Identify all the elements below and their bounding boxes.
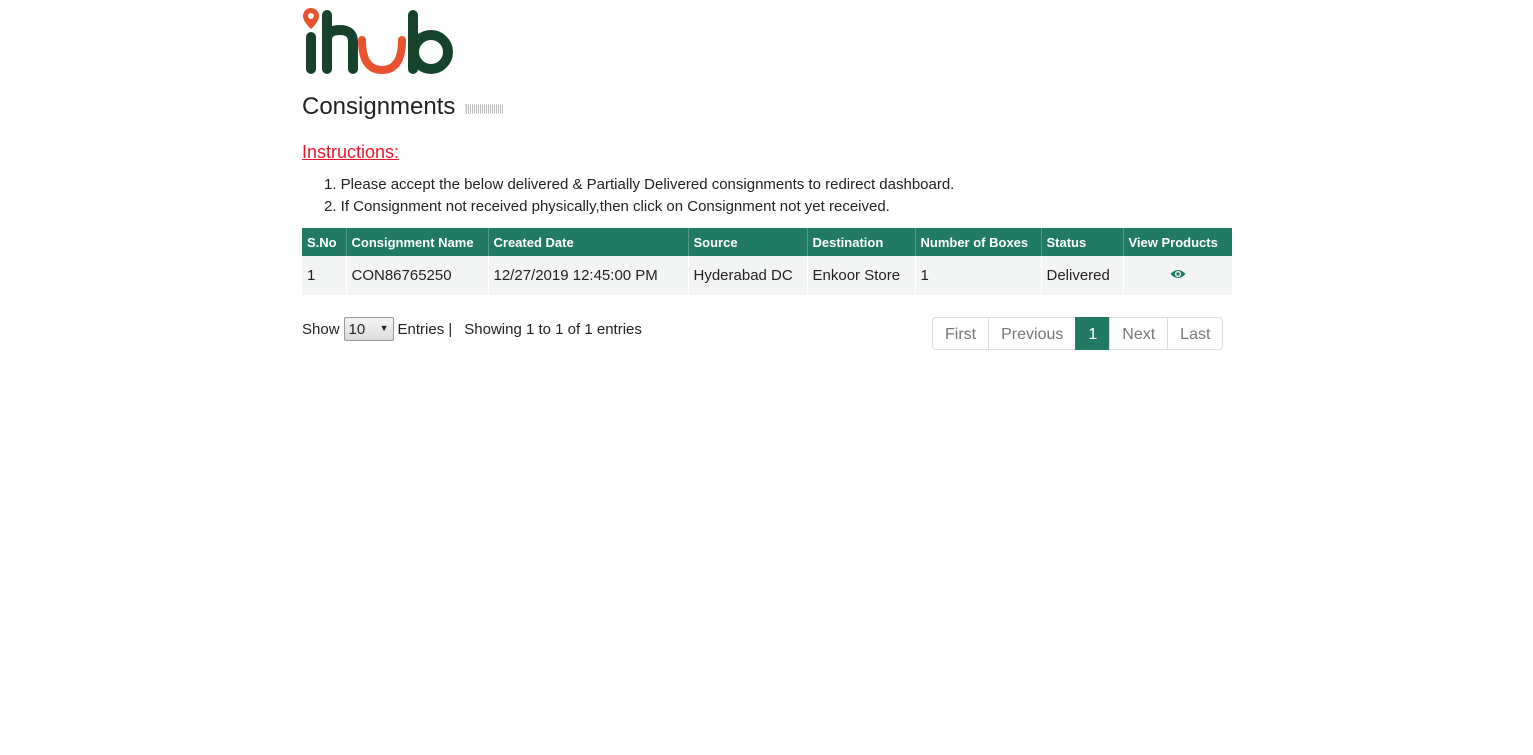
pagination-first[interactable]: First xyxy=(932,317,990,350)
cell-destination: Enkoor Store xyxy=(807,256,916,295)
table-row: 1 CON86765250 12/27/2019 12:45:00 PM Hyd… xyxy=(302,256,1232,295)
page-size-value: 10 xyxy=(348,320,366,338)
page-title-row: Consignments xyxy=(302,93,504,121)
column-header-consignment-name[interactable]: Consignment Name xyxy=(346,228,489,256)
column-header-created-date[interactable]: Created Date xyxy=(488,228,689,256)
cell-consignment-name: CON86765250 xyxy=(346,256,489,295)
instructions-list: 1. Please accept the below delivered & P… xyxy=(324,175,954,219)
instruction-item: 2. If Consignment not received physicall… xyxy=(324,198,890,215)
consignments-table: S.No Consignment Name Created Date Sourc… xyxy=(302,228,1232,295)
column-header-view-products: View Products xyxy=(1123,228,1232,256)
column-header-source[interactable]: Source xyxy=(688,228,808,256)
cell-created-date: 12/27/2019 12:45:00 PM xyxy=(488,256,689,295)
column-header-destination[interactable]: Destination xyxy=(807,228,916,256)
table-length-info: Show 10 ▼ Entries | Showing 1 to 1 of 1 … xyxy=(302,317,642,341)
page-size-select[interactable]: 10 ▼ xyxy=(343,317,394,341)
pagination-last[interactable]: Last xyxy=(1167,317,1224,350)
showing-info: Showing 1 to 1 of 1 entries xyxy=(464,320,642,338)
pagination-previous[interactable]: Previous xyxy=(988,317,1077,350)
instruction-item: 1. Please accept the below delivered & P… xyxy=(324,176,955,193)
pagination: First Previous 1 Next Last xyxy=(932,317,1224,350)
instructions-heading: Instructions: xyxy=(302,142,400,162)
pagination-next[interactable]: Next xyxy=(1109,317,1169,350)
table-header-row: S.No Consignment Name Created Date Sourc… xyxy=(302,228,1232,256)
cell-sno: 1 xyxy=(302,256,347,295)
show-label: Show xyxy=(302,320,340,338)
ihub-logo[interactable] xyxy=(302,6,458,78)
column-header-sno[interactable]: S.No xyxy=(302,228,347,256)
page-title: Consignments xyxy=(302,93,456,120)
cell-number-of-boxes: 1 xyxy=(915,256,1042,295)
cell-view-products xyxy=(1123,256,1232,295)
cell-status: Delivered xyxy=(1041,256,1124,295)
eye-icon[interactable] xyxy=(1170,267,1186,284)
column-header-number-of-boxes[interactable]: Number of Boxes xyxy=(915,228,1042,256)
cell-source: Hyderabad DC xyxy=(688,256,808,295)
logo-graphic xyxy=(303,8,453,75)
title-decoration xyxy=(465,104,504,114)
chevron-down-icon: ▼ xyxy=(379,323,389,333)
column-header-status[interactable]: Status xyxy=(1041,228,1124,256)
pagination-page-current[interactable]: 1 xyxy=(1075,317,1111,350)
entries-label: Entries | xyxy=(397,320,453,338)
